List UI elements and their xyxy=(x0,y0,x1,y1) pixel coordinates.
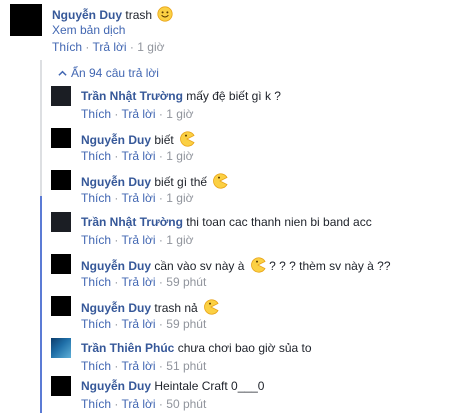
reply-text: cần vào sv này à xyxy=(154,259,245,273)
reply-author[interactable]: Nguyễn Duy xyxy=(81,301,151,315)
avatar[interactable] xyxy=(51,128,71,148)
avatar[interactable] xyxy=(51,338,71,358)
timestamp[interactable]: 1 giờ xyxy=(166,107,193,121)
smile-emoji-icon xyxy=(157,6,173,22)
reply-text: Heintale Craft 0___0 xyxy=(154,379,265,393)
reply-author[interactable]: Nguyễn Duy xyxy=(81,379,151,393)
separator: · xyxy=(114,149,119,163)
reply-text-continued: ? ? ? thèm sv này à ?? xyxy=(269,259,391,273)
reply-author[interactable]: Nguyễn Duy xyxy=(81,175,151,189)
like-link[interactable]: Thích xyxy=(81,149,111,163)
separator: · xyxy=(158,107,163,121)
avatar[interactable] xyxy=(51,296,71,316)
reply-link[interactable]: Trả lời xyxy=(121,191,155,205)
like-link[interactable]: Thích xyxy=(81,233,111,247)
chevron-up-icon xyxy=(58,71,67,77)
like-link[interactable]: Thích xyxy=(81,191,111,205)
like-link[interactable]: Thích xyxy=(52,40,82,54)
timestamp[interactable]: 50 phút xyxy=(166,397,206,411)
separator: · xyxy=(158,275,163,289)
reply-text: mấy đệ biết gì k ? xyxy=(186,89,281,103)
list-item: Nguyễn Duy biết gì thế Thích · Trả lời ·… xyxy=(51,170,441,210)
reply-link[interactable]: Trả lời xyxy=(121,149,155,163)
reply-text: biết gì thế xyxy=(154,175,208,189)
top-comment: Nguyễn Duy trash Xem bản dịch Thích · Tr… xyxy=(10,4,440,56)
separator: · xyxy=(85,40,90,54)
reply-text: biết xyxy=(154,133,174,147)
reply-text: trash nả xyxy=(154,301,198,315)
reply-author[interactable]: Trần Thiên Phúc xyxy=(81,341,174,355)
avatar[interactable] xyxy=(51,170,71,190)
timestamp[interactable]: 59 phút xyxy=(166,317,206,331)
reply-author[interactable]: Trần Nhật Trường xyxy=(81,89,183,103)
like-link[interactable]: Thích xyxy=(81,275,111,289)
separator: · xyxy=(114,191,119,205)
list-item: Nguyễn Duy trash nả Thích · Trả lời · 59… xyxy=(51,296,441,336)
separator: · xyxy=(158,233,163,247)
reply-thread: Ẩn 94 câu trả lời Trần Nhật Trường mấy đ… xyxy=(40,60,449,413)
timestamp[interactable]: 1 giờ xyxy=(166,149,193,163)
like-link[interactable]: Thích xyxy=(81,107,111,121)
timestamp[interactable]: 1 giờ xyxy=(137,40,164,54)
hide-replies-label: Ẩn 94 câu trả lời xyxy=(71,66,159,80)
avatar[interactable] xyxy=(51,376,71,396)
reply-link[interactable]: Trả lời xyxy=(121,233,155,247)
separator: · xyxy=(158,317,163,331)
separator: · xyxy=(114,233,119,247)
like-link[interactable]: Thích xyxy=(81,397,111,411)
reply-link[interactable]: Trả lời xyxy=(92,40,126,54)
like-link[interactable]: Thích xyxy=(81,317,111,331)
pacman-emoji-icon xyxy=(213,173,228,189)
separator: · xyxy=(129,40,134,54)
reply-link[interactable]: Trả lời xyxy=(121,359,155,373)
list-item: Nguyễn Duy biết Thích · Trả lời · 1 giờ xyxy=(51,128,441,168)
pacman-emoji-icon xyxy=(180,131,195,147)
pacman-emoji-icon xyxy=(204,299,219,315)
separator: · xyxy=(158,397,163,411)
thread-rail-highlight xyxy=(40,196,42,413)
avatar[interactable] xyxy=(51,212,71,232)
avatar[interactable] xyxy=(10,4,42,36)
separator: · xyxy=(158,191,163,205)
separator: · xyxy=(114,107,119,121)
comment-text: trash xyxy=(125,8,153,22)
separator: · xyxy=(114,359,119,373)
timestamp[interactable]: 51 phút xyxy=(166,359,206,373)
reply-link[interactable]: Trả lời xyxy=(121,107,155,121)
list-item: Trần Nhật Trường mấy đệ biết gì k ? Thíc… xyxy=(51,86,441,126)
list-item: Nguyễn Duy cần vào sv này à ? ? ? thèm s… xyxy=(51,254,441,294)
hide-replies-toggle[interactable]: Ẩn 94 câu trả lời xyxy=(58,66,159,80)
timestamp[interactable]: 59 phút xyxy=(166,275,206,289)
reply-author[interactable]: Nguyễn Duy xyxy=(81,259,151,273)
avatar[interactable] xyxy=(51,86,71,106)
reply-author[interactable]: Nguyễn Duy xyxy=(81,133,151,147)
translate-link[interactable]: Xem bản dịch xyxy=(52,23,125,37)
avatar[interactable] xyxy=(51,254,71,274)
timestamp[interactable]: 1 giờ xyxy=(166,233,193,247)
separator: · xyxy=(114,317,119,331)
list-item: Nguyễn Duy Heintale Craft 0___0 Thích · … xyxy=(51,376,441,416)
reply-link[interactable]: Trả lời xyxy=(121,317,155,331)
separator: · xyxy=(114,275,119,289)
reply-author[interactable]: Trần Nhật Trường xyxy=(81,215,183,229)
list-item: Trần Thiên Phúc chưa chơi bao giờ sủa to… xyxy=(51,338,441,378)
separator: · xyxy=(114,397,119,411)
reply-text: thi toan cac thanh nien bi band acc xyxy=(186,215,372,229)
separator: · xyxy=(158,359,163,373)
list-item: Trần Nhật Trường thi toan cac thanh nien… xyxy=(51,212,441,252)
timestamp[interactable]: 1 giờ xyxy=(166,191,193,205)
reply-link[interactable]: Trả lời xyxy=(121,275,155,289)
comment-author[interactable]: Nguyễn Duy xyxy=(52,8,122,22)
like-link[interactable]: Thích xyxy=(81,359,111,373)
separator: · xyxy=(158,149,163,163)
reply-text: chưa chơi bao giờ sủa to xyxy=(177,341,312,355)
pacman-emoji-icon xyxy=(250,257,266,273)
reply-link[interactable]: Trả lời xyxy=(121,397,155,411)
